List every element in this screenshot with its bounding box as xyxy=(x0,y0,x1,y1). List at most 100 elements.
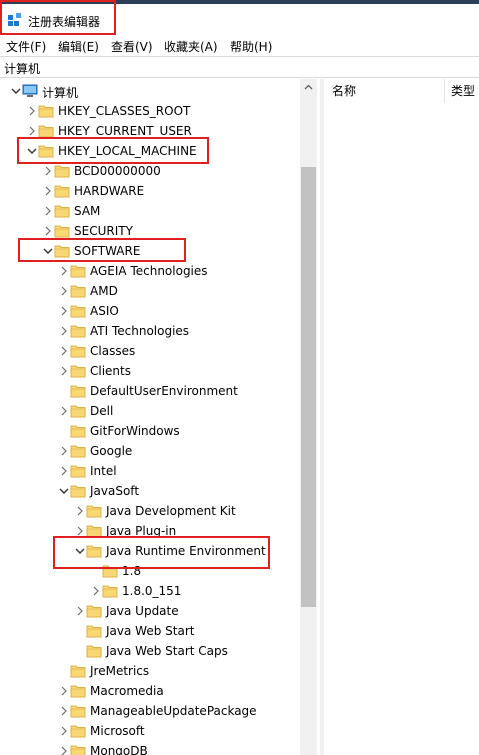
tree-item-intel[interactable]: Intel xyxy=(0,461,300,481)
folder-icon xyxy=(86,604,102,618)
menu-favorites[interactable]: 收藏夹(A) xyxy=(164,38,218,55)
tree-item-label: Java Web Start Caps xyxy=(106,644,228,658)
tree-item-defaultuserenvironment[interactable]: DefaultUserEnvironment xyxy=(0,381,300,401)
tree-item-java-runtime-environment[interactable]: Java Runtime Environment xyxy=(0,541,300,561)
column-header-name[interactable]: 名称 xyxy=(332,79,356,103)
folder-icon xyxy=(70,384,86,398)
folder-icon xyxy=(70,344,86,358)
column-separator[interactable] xyxy=(444,79,445,103)
folder-icon xyxy=(54,224,70,238)
tree-item-label: ManageableUpdatePackage xyxy=(90,704,257,718)
tree-item-label: Microsoft xyxy=(90,724,145,738)
folder-icon xyxy=(70,304,86,318)
menu-bar: 文件(F) 编辑(E) 查看(V) 收藏夹(A) 帮助(H) xyxy=(0,35,479,55)
folder-icon xyxy=(86,624,102,638)
tree-item-label: AGEIA Technologies xyxy=(90,264,208,278)
tree-item-security[interactable]: SECURITY xyxy=(0,221,300,241)
scroll-thumb[interactable] xyxy=(301,167,316,607)
folder-icon xyxy=(70,264,86,278)
tree-item-bcd00000000[interactable]: BCD00000000 xyxy=(0,161,300,181)
tree-item-javasoft[interactable]: JavaSoft xyxy=(0,481,300,501)
tree-item-gitforwindows[interactable]: GitForWindows xyxy=(0,421,300,441)
values-list: 名称 类型 xyxy=(324,79,479,755)
folder-icon xyxy=(70,684,86,698)
tree-item-java-web-start-caps[interactable]: Java Web Start Caps xyxy=(0,641,300,661)
registry-tree: 计算机 HKEY_CLASSES_ROOT HKEY_CURRENT_USER HKE… xyxy=(0,79,320,755)
tree-item-label: Classes xyxy=(90,344,136,358)
tree-item-label: ATI Technologies xyxy=(90,324,190,338)
menu-file[interactable]: 文件(F) xyxy=(6,38,46,55)
tree-item-label: HKEY_CLASSES_ROOT xyxy=(58,104,191,118)
tree-item-label: 1.8 xyxy=(122,564,142,578)
folder-icon xyxy=(86,504,102,518)
address-bar[interactable]: 计算机 xyxy=(0,56,479,78)
tree-item-label: SOFTWARE xyxy=(74,244,141,258)
tree-item-amd[interactable]: AMD xyxy=(0,281,300,301)
menu-view[interactable]: 查看(V) xyxy=(111,38,153,55)
folder-icon xyxy=(38,124,54,138)
tree-item-label: MongoDB xyxy=(90,744,148,755)
tree-item-java-development-kit[interactable]: Java Development Kit xyxy=(0,501,300,521)
tree-item-microsoft[interactable]: Microsoft xyxy=(0,721,300,741)
tree-item-hkey-current-user[interactable]: HKEY_CURRENT_USER xyxy=(0,121,300,141)
title-bar: 注册表编辑器 xyxy=(0,4,479,34)
tree-item-manageableupdatepackage[interactable]: ManageableUpdatePackage xyxy=(0,701,300,721)
tree-item-1-8[interactable]: 1.8 xyxy=(0,561,300,581)
tree-item-1-8-0-151[interactable]: 1.8.0_151 xyxy=(0,581,300,601)
menu-help[interactable]: 帮助(H) xyxy=(230,38,272,55)
tree-item-ati-technologies[interactable]: ATI Technologies xyxy=(0,321,300,341)
folder-icon xyxy=(54,244,70,258)
tree-item-label: 1.8.0_151 xyxy=(122,584,182,598)
tree-item-label: JreMetrics xyxy=(90,664,150,678)
tree-item-computer[interactable]: 计算机 xyxy=(0,81,300,101)
tree-item-clients[interactable]: Clients xyxy=(0,361,300,381)
tree-item-label: HKEY_LOCAL_MACHINE xyxy=(58,144,197,158)
tree-item-dell[interactable]: Dell xyxy=(0,401,300,421)
tree-item-label: Java Development Kit xyxy=(106,504,236,518)
tree-item-ageia-technologies[interactable]: AGEIA Technologies xyxy=(0,261,300,281)
tree-item-sam[interactable]: SAM xyxy=(0,201,300,221)
tree-item-label: BCD00000000 xyxy=(74,164,161,178)
tree-item-label: Intel xyxy=(90,464,117,478)
folder-icon xyxy=(70,284,86,298)
folder-icon xyxy=(54,184,70,198)
computer-icon xyxy=(22,84,38,98)
column-header-type[interactable]: 类型 xyxy=(451,79,475,103)
tree-item-mongodb[interactable]: MongoDB xyxy=(0,741,300,755)
tree-item-classes[interactable]: Classes xyxy=(0,341,300,361)
scroll-up-arrow-icon[interactable] xyxy=(300,79,317,96)
tree-item-java-web-start[interactable]: Java Web Start xyxy=(0,621,300,641)
tree-item-label: SAM xyxy=(74,204,101,218)
tree-item-label: Clients xyxy=(90,364,131,378)
tree-item-software[interactable]: SOFTWARE xyxy=(0,241,300,261)
folder-icon xyxy=(86,524,102,538)
tree-item-label: AMD xyxy=(90,284,118,298)
tree-item-label: Dell xyxy=(90,404,114,418)
tree-item-label: Google xyxy=(90,444,133,458)
tree-item-label: HKEY_CURRENT_USER xyxy=(58,124,192,138)
tree-item-hkey-classes-root[interactable]: HKEY_CLASSES_ROOT xyxy=(0,101,300,121)
tree-item-java-plug-in[interactable]: Java Plug-in xyxy=(0,521,300,541)
folder-icon xyxy=(70,404,86,418)
folder-icon xyxy=(70,724,86,738)
folder-icon xyxy=(70,744,86,755)
tree-item-label: 计算机 xyxy=(42,86,79,100)
tree-item-label: Java Update xyxy=(106,604,179,618)
folder-icon xyxy=(54,204,70,218)
tree-item-asio[interactable]: ASIO xyxy=(0,301,300,321)
tree-item-label: Java Runtime Environment xyxy=(106,544,266,558)
folder-icon xyxy=(86,544,102,558)
window-title: 注册表编辑器 xyxy=(28,15,101,29)
folder-icon xyxy=(86,644,102,658)
tree-item-google[interactable]: Google xyxy=(0,441,300,461)
tree-item-hkey-local-machine[interactable]: HKEY_LOCAL_MACHINE xyxy=(0,141,300,161)
menu-edit[interactable]: 编辑(E) xyxy=(58,38,99,55)
tree-item-label: SECURITY xyxy=(74,224,133,238)
folder-icon xyxy=(70,324,86,338)
tree-item-macromedia[interactable]: Macromedia xyxy=(0,681,300,701)
folder-icon xyxy=(70,444,86,458)
tree-item-java-update[interactable]: Java Update xyxy=(0,601,300,621)
tree-vertical-scrollbar[interactable] xyxy=(300,79,317,755)
tree-item-jremetrics[interactable]: JreMetrics xyxy=(0,661,300,681)
tree-item-hardware[interactable]: HARDWARE xyxy=(0,181,300,201)
